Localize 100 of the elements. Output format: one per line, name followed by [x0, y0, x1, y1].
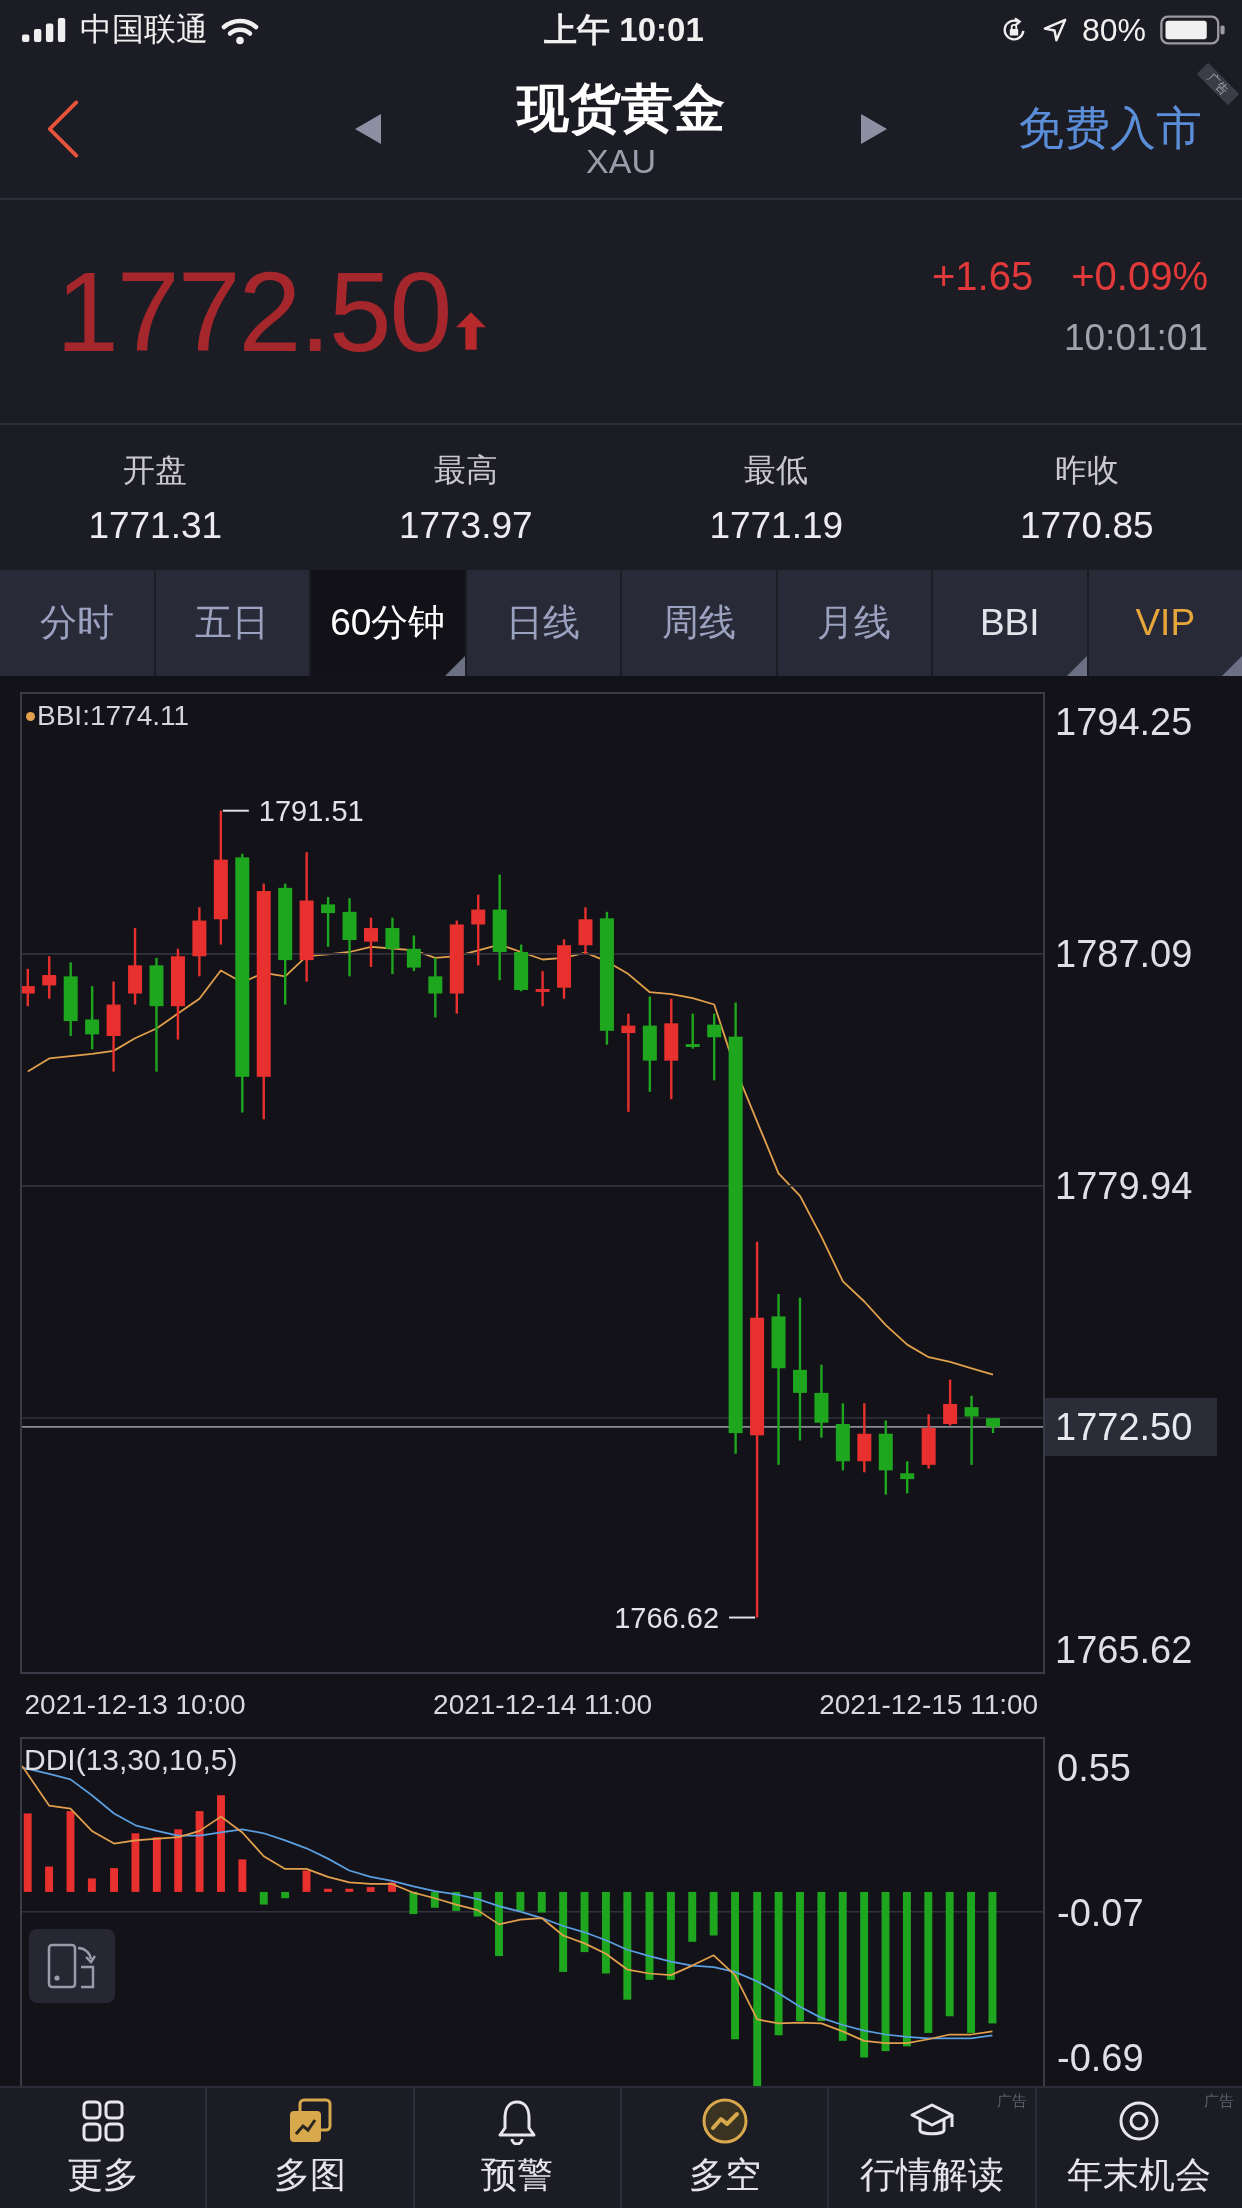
histogram-bar	[688, 1891, 697, 1942]
stat-label: 最高	[433, 450, 498, 490]
axis-label: 0.55	[1057, 1747, 1132, 1789]
histogram-bar	[452, 1891, 461, 1911]
rotate-screen-icon	[45, 1941, 99, 1991]
histogram-bar	[580, 1891, 589, 1953]
legend-dot-icon	[26, 711, 35, 721]
price-value: 1772.50	[56, 251, 451, 372]
candle	[192, 907, 207, 977]
candle	[921, 1414, 936, 1469]
axis-label: -0.07	[1057, 1892, 1145, 1934]
tab[interactable]: BBI	[933, 570, 1087, 676]
candle	[557, 939, 572, 999]
histogram-bar	[302, 1870, 311, 1892]
candle	[900, 1461, 915, 1494]
ad-label: 广告	[1203, 2092, 1234, 2111]
histogram-bar	[131, 1833, 140, 1892]
histogram-bar	[388, 1882, 396, 1892]
tab[interactable]: 五日	[155, 570, 309, 676]
tab[interactable]: VIP	[1088, 570, 1242, 676]
histogram-bar	[430, 1891, 439, 1908]
left-triangle-icon[interactable]	[355, 114, 381, 144]
rotate-button[interactable]	[29, 1929, 115, 2003]
candle	[835, 1403, 850, 1471]
quote-time: 10:01:01	[1063, 317, 1208, 359]
page-title: 现货黄金	[517, 78, 725, 139]
battery-icon	[1160, 15, 1226, 45]
stat-value: 1771.31	[88, 504, 223, 547]
tab[interactable]: 60分钟	[311, 570, 465, 676]
histogram-bar	[495, 1891, 503, 1957]
candle	[685, 1013, 700, 1049]
axis-label: 2021-12-13 10:00	[24, 1688, 246, 1722]
leader-line	[221, 809, 250, 812]
histogram-bar	[281, 1891, 290, 1899]
candle	[85, 986, 100, 1050]
indicator-title: DDI(13,30,10,5)	[24, 1743, 238, 1777]
stat-label: 开盘	[123, 450, 188, 490]
signal-icon	[22, 18, 68, 42]
low-price-label: 1766.62	[614, 1601, 720, 1634]
stat-value: 1770.85	[1019, 504, 1154, 547]
axis-label: -0.69	[1057, 2037, 1145, 2079]
candle	[42, 956, 57, 999]
histogram-bar	[238, 1859, 247, 1892]
stat-value: 1773.97	[398, 504, 533, 547]
tab[interactable]: 周线	[622, 570, 776, 676]
candle	[428, 957, 443, 1018]
tab[interactable]: 日线	[466, 570, 620, 676]
stat-value: 1771.19	[709, 504, 844, 547]
histogram-bar	[323, 1888, 332, 1892]
percent-change: +0.09%	[1071, 254, 1208, 299]
histogram-bar	[537, 1891, 546, 1913]
candle	[707, 1013, 722, 1081]
candle	[471, 894, 486, 966]
histogram-bar	[516, 1891, 525, 1911]
stat-label: 最低	[744, 450, 809, 490]
candle	[514, 944, 529, 992]
axis-label: 2021-12-15 11:00	[819, 1688, 1039, 1722]
status-time: 上午 10:01	[544, 9, 704, 50]
ad-label: 广告	[1196, 62, 1240, 106]
candle	[406, 935, 421, 972]
axis-label: 1787.09	[1055, 931, 1193, 976]
histogram-bar	[366, 1887, 375, 1892]
candle	[964, 1395, 979, 1465]
histogram-bar	[473, 1891, 482, 1917]
candle	[943, 1379, 958, 1426]
histogram-bar	[409, 1891, 418, 1915]
histogram-bar	[174, 1829, 183, 1892]
battery-percent: 80%	[1081, 11, 1146, 49]
histogram-bar	[345, 1888, 354, 1892]
histogram-bar	[45, 1866, 54, 1892]
location-arrow-icon	[1041, 17, 1068, 43]
candle	[364, 917, 378, 967]
tab[interactable]: 分时	[0, 570, 154, 676]
histogram-bar	[709, 1891, 718, 1936]
candle	[385, 917, 400, 975]
candle	[22, 968, 35, 1007]
high-price-label: 1791.51	[258, 794, 364, 827]
candle	[986, 1418, 1000, 1434]
histogram-bar	[259, 1891, 268, 1905]
stat-label: 昨收	[1054, 450, 1119, 490]
histogram-bar	[110, 1868, 118, 1892]
price-change: +1.65	[932, 254, 1034, 299]
histogram-bar	[87, 1878, 96, 1892]
tab[interactable]: 月线	[777, 570, 931, 676]
right-triangle-icon[interactable]	[861, 114, 887, 144]
trend-circle-icon	[700, 2096, 749, 2145]
candle	[535, 971, 550, 1007]
candle	[857, 1403, 872, 1473]
axis-label: 1794.25	[1055, 699, 1193, 744]
candle	[578, 907, 593, 955]
symbol-code: XAU	[586, 141, 656, 182]
axis-label: 2021-12-14 11:00	[433, 1688, 653, 1722]
leader-line	[728, 1616, 757, 1619]
indicator-value: BBI:1774.11	[37, 700, 190, 732]
carrier-name: 中国联通	[80, 10, 208, 49]
histogram-bar	[152, 1837, 161, 1892]
current-price-tag: 1772.50	[1045, 1397, 1217, 1456]
axis-label: 1765.62	[1055, 1627, 1193, 1672]
ad-label: 广告	[996, 2092, 1027, 2111]
candle	[321, 896, 336, 947]
